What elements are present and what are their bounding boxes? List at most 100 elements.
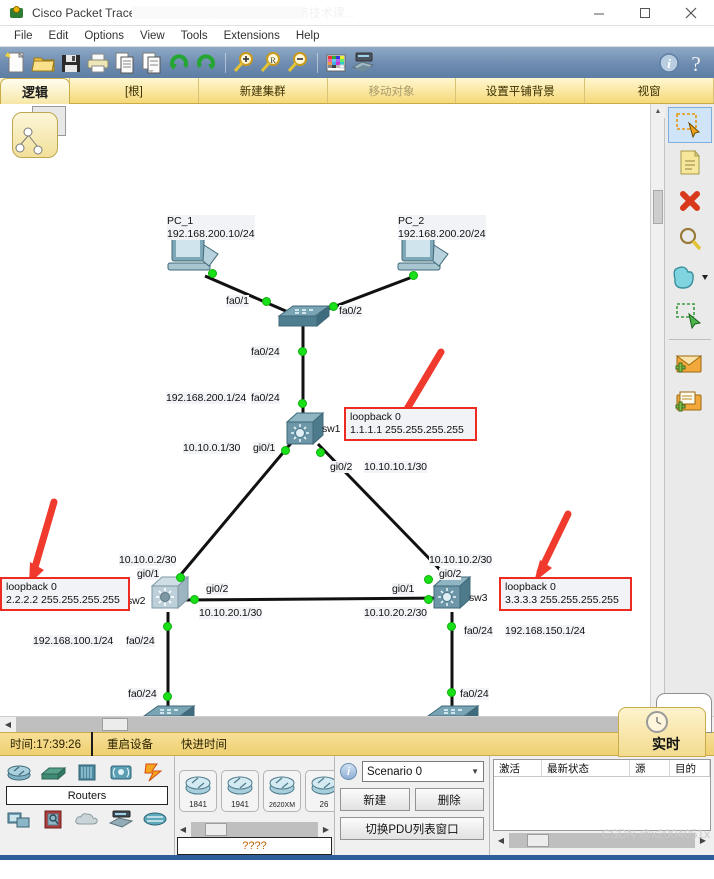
scroll-left-arrow[interactable]: ◀ <box>0 717 16 732</box>
minimize-button[interactable] <box>576 0 622 26</box>
wan-cloud-icon[interactable] <box>74 809 100 829</box>
menu-file[interactable]: File <box>6 28 41 44</box>
link-led <box>424 575 433 584</box>
model-scroll-left-arrow[interactable]: ◀ <box>175 822 191 837</box>
switches-icon[interactable] <box>40 762 67 782</box>
device-model-item[interactable]: 1941 <box>221 770 259 812</box>
tab-logical[interactable]: 逻辑 <box>0 78 70 104</box>
scroll-up-arrow[interactable]: ▲ <box>651 104 665 118</box>
connections-icon[interactable] <box>142 762 168 782</box>
device-pc2-icon[interactable] <box>396 235 454 279</box>
add-simple-pdu-tool-icon[interactable] <box>668 346 712 382</box>
annotation-arrow-2 <box>29 498 58 584</box>
add-complex-pdu-tool-icon[interactable] <box>668 384 712 420</box>
ip-label-sw1-gi02: 10.10.10.1/30 <box>364 461 427 473</box>
maximize-button[interactable] <box>622 0 668 26</box>
wireless-icon[interactable] <box>108 762 134 782</box>
new-scenario-button[interactable]: 新建 <box>340 788 410 811</box>
pdu-col-last-status[interactable]: 最新状态 <box>542 760 630 776</box>
canvas-vertical-scrollbar[interactable]: ▲ ▼ <box>650 104 665 716</box>
zoom-out-icon[interactable] <box>285 50 311 76</box>
delete-tool-icon[interactable] <box>668 183 712 219</box>
scenario-info-icon[interactable]: i <box>340 763 357 780</box>
link-led <box>262 297 271 306</box>
scenario-select[interactable]: Scenario 0 ▼ <box>362 761 484 782</box>
logical-view-badge <box>6 106 68 162</box>
undo-icon[interactable] <box>166 50 192 76</box>
info-icon[interactable]: i <box>656 50 682 76</box>
select-tool-icon[interactable] <box>667 107 712 143</box>
menu-edit[interactable]: Edit <box>41 28 77 44</box>
zoom-reset-icon[interactable]: R <box>258 50 284 76</box>
link-led <box>329 302 338 311</box>
tab-set-tiled-background[interactable]: 设置平铺背景 <box>456 78 586 103</box>
zoom-in-icon[interactable] <box>231 50 257 76</box>
menu-view[interactable]: View <box>132 28 173 44</box>
toolbar-separator-1 <box>225 52 226 73</box>
pdu-list-panel: 激活 最新状态 源 目的 ◀ ▶ CSDN @x2004051x <box>490 756 714 855</box>
device-access-switch-3-icon[interactable] <box>426 702 480 716</box>
horizontal-scroll-thumb[interactable] <box>102 718 128 731</box>
model-scroll-right-arrow[interactable]: ▶ <box>318 822 334 837</box>
pdu-col-active[interactable]: 激活 <box>494 760 542 776</box>
routers-icon[interactable] <box>6 762 32 782</box>
palette-icon[interactable] <box>323 50 349 76</box>
horizontal-scroll-track[interactable] <box>16 717 622 732</box>
print-icon[interactable] <box>85 50 111 76</box>
device-access-switch-1-icon[interactable] <box>277 302 331 332</box>
ip-label-sw3-gi02: 10.10.10.2/30 <box>429 554 492 566</box>
inspect-tool-icon[interactable] <box>668 221 712 257</box>
close-button[interactable] <box>668 0 714 26</box>
pdu-col-source[interactable]: 源 <box>630 760 670 776</box>
device-model-item[interactable]: 26 <box>305 770 334 812</box>
paste-icon[interactable] <box>139 50 165 76</box>
menu-options[interactable]: Options <box>76 28 132 44</box>
resize-shape-tool-icon[interactable] <box>668 297 712 333</box>
open-folder-icon[interactable] <box>31 50 57 76</box>
pdu-scroll-thumb[interactable] <box>527 834 549 847</box>
hubs-icon[interactable] <box>74 762 100 782</box>
tab-root[interactable]: [根] <box>70 78 199 103</box>
pdu-col-destination[interactable]: 目的 <box>670 760 710 776</box>
custom-device-icon[interactable] <box>350 50 376 76</box>
simulation-clock-label: 时间:17:39:26 <box>10 739 81 751</box>
device-model-item[interactable]: 2620XM <box>263 770 301 812</box>
draw-shape-tool-icon[interactable] <box>668 259 712 295</box>
device-sw1-icon[interactable] <box>285 410 325 448</box>
security-icon[interactable] <box>40 809 66 829</box>
tab-move-object[interactable]: 移动对象 <box>328 78 457 103</box>
logical-topology-canvas[interactable]: PC_1 192.168.200.10/24 PC_2 192.168.200.20… <box>0 104 650 716</box>
tab-viewport[interactable]: 视窗 <box>585 78 714 103</box>
toggle-pdu-list-window-button[interactable]: 切换PDU列表窗口 <box>340 817 484 840</box>
canvas-horizontal-scrollbar[interactable]: ◀ ▶ <box>0 716 714 732</box>
model-scroll-track[interactable] <box>191 822 318 837</box>
note-tool-icon[interactable] <box>668 145 712 181</box>
clock-icon <box>646 711 668 733</box>
pdu-table[interactable]: 激活 最新状态 源 目的 <box>493 759 711 831</box>
menu-help[interactable]: Help <box>288 28 328 44</box>
device-model-item[interactable]: 1841 <box>179 770 217 812</box>
custom-made-icon[interactable] <box>108 809 134 829</box>
model-scroll-thumb[interactable] <box>205 823 227 836</box>
reset-devices-button[interactable]: 重启设备 <box>93 736 167 752</box>
device-access-switch-2-icon[interactable] <box>142 702 196 716</box>
delete-scenario-button[interactable]: 删除 <box>414 788 484 811</box>
redo-icon[interactable] <box>193 50 219 76</box>
tab-new-cluster[interactable]: 新建集群 <box>199 78 328 103</box>
menu-tools[interactable]: Tools <box>173 28 216 44</box>
fast-forward-time-button[interactable]: 快进时间 <box>167 736 241 752</box>
vertical-scroll-thumb[interactable] <box>653 190 663 224</box>
model-scrollbar[interactable]: ◀ ▶ <box>175 822 334 837</box>
new-file-icon[interactable] <box>4 50 30 76</box>
end-devices-icon[interactable] <box>6 809 32 829</box>
menu-extensions[interactable]: Extensions <box>216 28 288 44</box>
help-icon[interactable]: ? <box>683 50 709 76</box>
device-type-panel: Routers <box>0 756 175 855</box>
multiuser-icon[interactable] <box>142 809 168 829</box>
workspace-tab-bar: [根] 新建集群 移动对象 设置平铺背景 视窗 逻辑 <box>0 78 714 104</box>
port-label-pc1: fa0/1 <box>226 295 249 307</box>
pdu-scroll-left-arrow[interactable]: ◀ <box>493 833 509 848</box>
save-icon[interactable] <box>58 50 84 76</box>
copy-icon[interactable] <box>112 50 138 76</box>
link-led <box>281 446 290 455</box>
